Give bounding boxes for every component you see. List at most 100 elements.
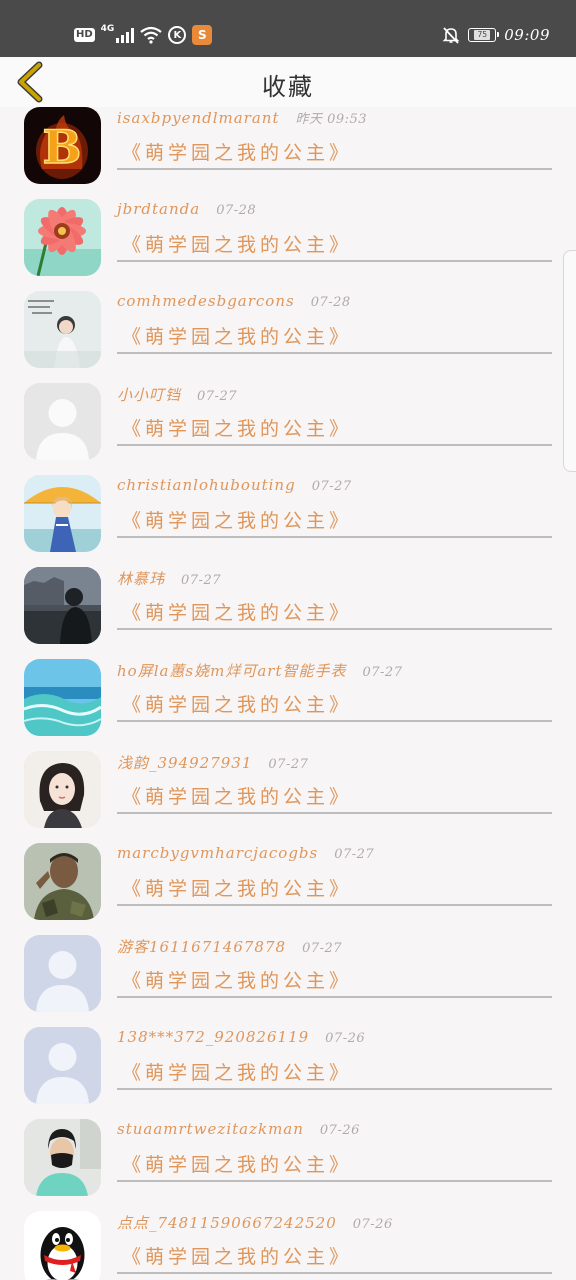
silhouette-avatar-icon (24, 567, 101, 644)
divider (117, 1088, 552, 1090)
masked-man-avatar-icon (24, 1119, 101, 1196)
favorite-time: 07-26 (325, 1031, 366, 1046)
avatar[interactable] (24, 843, 101, 920)
username: 浅韵_394927931 07-27 (117, 754, 309, 772)
status-right-icons: 75 09:09 (442, 24, 550, 46)
default-user-icon (24, 935, 101, 1012)
status-left-icons: HD 4G K S (74, 24, 213, 46)
list-item[interactable]: B isaxbpyendlmarant 昨天 09:53 《萌学园之我的公主》 (0, 107, 576, 192)
username: christianlohubouting 07-27 (117, 476, 352, 494)
book-title[interactable]: 《萌学园之我的公主》 (122, 782, 352, 809)
list-item[interactable]: jbrdtanda 07-28 《萌学园之我的公主》 (0, 192, 576, 284)
list-item[interactable]: stuaamrtwezitazkman 07-26 《萌学园之我的公主》 (0, 1112, 576, 1204)
list-item[interactable]: comhmedesbgarcons 07-28 《萌学园之我的公主》 (0, 284, 576, 376)
avatar[interactable] (24, 1119, 101, 1196)
app-header: 收藏 (0, 57, 576, 107)
divider (117, 996, 552, 998)
k-app-icon: K (168, 26, 187, 44)
divider (117, 444, 552, 446)
book-title[interactable]: 《萌学园之我的公主》 (122, 690, 352, 717)
avatar[interactable] (24, 935, 101, 1012)
bell-off-icon (442, 26, 460, 44)
username: ho屏la蕙s娆m烊可art智能手表 07-27 (117, 662, 403, 680)
avatar[interactable] (24, 1211, 101, 1280)
book-title[interactable]: 《萌学园之我的公主》 (122, 322, 352, 349)
avatar[interactable] (24, 567, 101, 644)
battery-level: 75 (474, 30, 491, 40)
divider (117, 260, 552, 262)
favorite-time: 07-27 (334, 847, 375, 862)
book-title[interactable]: 《萌学园之我的公主》 (122, 1058, 352, 1085)
favorite-time: 07-27 (268, 757, 309, 772)
username: 游客1611671467878 07-27 (117, 938, 343, 956)
list-item[interactable]: 浅韵_394927931 07-27 《萌学园之我的公主》 (0, 744, 576, 836)
anime-girl-avatar-icon (24, 475, 101, 552)
hd-badge: HD (74, 28, 95, 42)
svg-text:B: B (43, 120, 82, 174)
avatar[interactable] (24, 383, 101, 460)
default-user-icon (24, 1027, 101, 1104)
list-item[interactable]: christianlohubouting 07-27 《萌学园之我的公主》 (0, 468, 576, 560)
book-title[interactable]: 《萌学园之我的公主》 (122, 230, 352, 257)
username: 林慕玮 07-27 (117, 570, 221, 588)
list-item[interactable]: 138***372_920826119 07-26 《萌学园之我的公主》 (0, 1020, 576, 1112)
favorite-time: 昨天 09:53 (295, 112, 368, 127)
book-title[interactable]: 《萌学园之我的公主》 (122, 966, 352, 993)
username: comhmedesbgarcons 07-28 (117, 292, 351, 310)
avatar[interactable] (24, 291, 101, 368)
avatar[interactable]: B (24, 107, 101, 184)
favorite-time: 07-27 (362, 665, 403, 680)
list-item[interactable]: 小小叮铛 07-27 《萌学园之我的公主》 (0, 376, 576, 468)
avatar[interactable] (24, 199, 101, 276)
book-title[interactable]: 《萌学园之我的公主》 (122, 138, 352, 165)
list-item[interactable]: ho屏la蕙s娆m烊可art智能手表 07-27 《萌学园之我的公主》 (0, 652, 576, 744)
fire-letter-avatar-icon: B (24, 107, 101, 184)
app-notification-icon: S (192, 25, 213, 45)
favorite-time: 07-27 (181, 573, 221, 588)
list-item[interactable]: 点点_74811590667242520 07-26 《萌学园之我的公主》 (0, 1204, 576, 1280)
wifi-icon (140, 26, 163, 44)
username: 小小叮铛 07-27 (117, 386, 237, 404)
divider (117, 904, 552, 906)
favorite-time: 07-27 (302, 941, 343, 956)
username: marcbygvmharcjacogbs 07-27 (117, 844, 375, 862)
list-item[interactable]: marcbygvmharcjacogbs 07-27 《萌学园之我的公主》 (0, 836, 576, 928)
book-title[interactable]: 《萌学园之我的公主》 (122, 1150, 352, 1177)
username: 点点_74811590667242520 07-26 (117, 1214, 393, 1232)
page-title: 收藏 (262, 73, 314, 101)
network-type: 4G (100, 24, 115, 34)
avatar[interactable] (24, 1027, 101, 1104)
default-user-icon (24, 383, 101, 460)
username: isaxbpyendlmarant 昨天 09:53 (117, 109, 368, 127)
book-title[interactable]: 《萌学园之我的公主》 (122, 598, 352, 625)
favorite-time: 07-28 (310, 295, 351, 310)
divider (117, 812, 552, 814)
divider (117, 1272, 552, 1274)
favorite-time: 07-26 (352, 1217, 393, 1232)
favorite-time: 07-28 (216, 203, 257, 218)
list-item[interactable]: 林慕玮 07-27 《萌学园之我的公主》 (0, 560, 576, 652)
divider (117, 536, 552, 538)
divider (117, 352, 552, 354)
list-item[interactable]: 游客1611671467878 07-27 《萌学园之我的公主》 (0, 928, 576, 1020)
soldier-avatar-icon (24, 843, 101, 920)
username: jbrdtanda 07-28 (117, 200, 257, 218)
flower-avatar-icon (24, 199, 101, 276)
avatar[interactable] (24, 475, 101, 552)
girl-photo-avatar-icon (24, 291, 101, 368)
username: 138***372_920826119 07-26 (117, 1028, 366, 1046)
qq-penguin-icon (24, 1211, 101, 1280)
divider (117, 720, 552, 722)
book-title[interactable]: 《萌学园之我的公主》 (122, 1242, 352, 1269)
avatar[interactable] (24, 751, 101, 828)
book-title[interactable]: 《萌学园之我的公主》 (122, 414, 352, 441)
divider (117, 168, 552, 170)
favorite-time: 07-26 (319, 1123, 360, 1138)
signal-icon (116, 27, 135, 43)
book-title[interactable]: 《萌学园之我的公主》 (122, 874, 352, 901)
avatar[interactable] (24, 659, 101, 736)
book-title[interactable]: 《萌学园之我的公主》 (122, 506, 352, 533)
divider (117, 1180, 552, 1182)
scroll-indicator[interactable] (563, 250, 576, 472)
favorites-list[interactable]: B isaxbpyendlmarant昨天 09:53 《萌学园之我的公主》 (0, 107, 576, 1280)
